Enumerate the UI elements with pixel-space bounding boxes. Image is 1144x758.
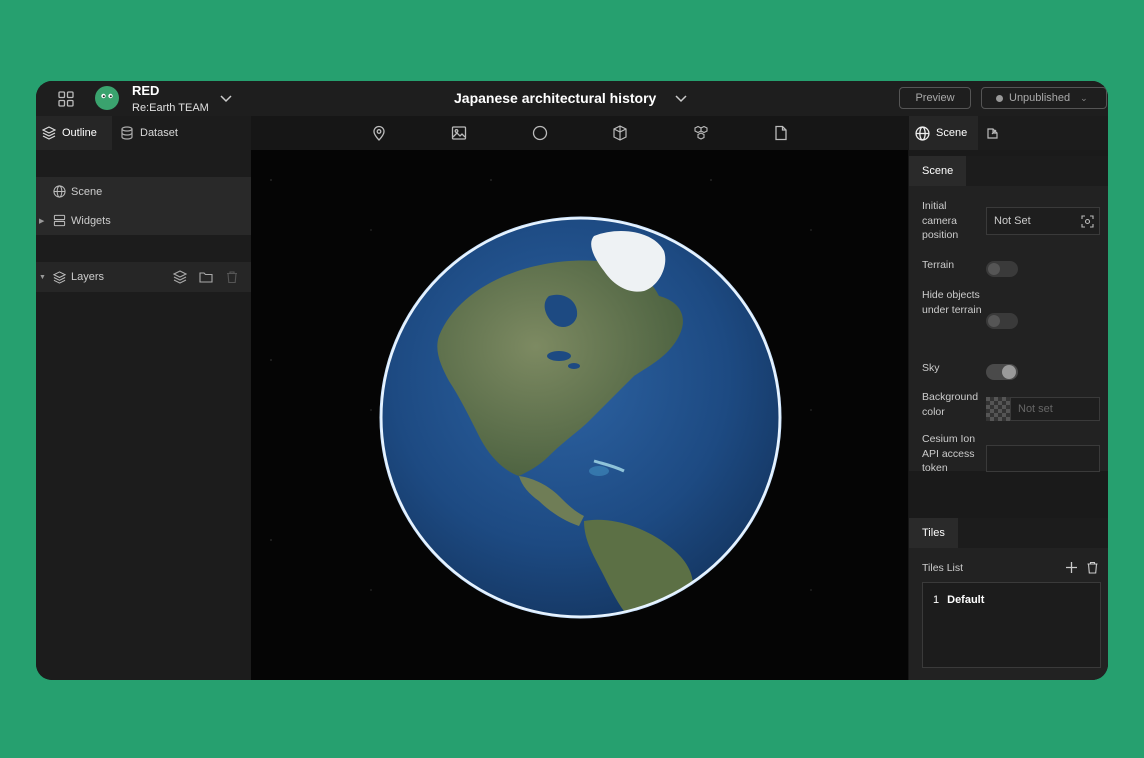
globe-icon	[915, 125, 930, 141]
status-dot-icon	[996, 94, 1003, 102]
publish-status-label: Unpublished	[1009, 92, 1071, 104]
top-bar: RED Re:Earth TEAM Japanese architectural…	[36, 81, 1108, 116]
layers-icon	[53, 270, 66, 284]
model-icon[interactable]	[693, 125, 709, 141]
chevron-down-icon[interactable]	[674, 91, 688, 105]
tiles-group-title: Tiles	[909, 518, 958, 548]
publish-settings-icon[interactable]	[985, 126, 1000, 141]
image-icon[interactable]	[451, 125, 467, 141]
plus-icon[interactable]	[1065, 561, 1078, 574]
tab-dataset[interactable]: Dataset	[114, 116, 186, 150]
tab-dataset-label: Dataset	[140, 127, 178, 139]
trash-icon[interactable]	[1086, 561, 1099, 574]
right-panel: Scene Scene Initial camera position Not …	[909, 116, 1108, 680]
left-panel-tabs: Outline Dataset	[36, 116, 251, 150]
chevron-down-icon[interactable]	[219, 91, 233, 105]
background-color-swatch[interactable]	[986, 397, 1010, 421]
tiles-list: 1 Default	[922, 582, 1101, 668]
tiles-group: Tiles Tiles List 1 Default	[909, 518, 1108, 680]
folder-icon[interactable]	[199, 270, 213, 284]
scene-settings-group: Scene Initial camera position Not Set Te…	[909, 156, 1108, 474]
preview-button[interactable]: Preview	[899, 87, 971, 109]
dashboard-grid-icon[interactable]	[58, 91, 74, 107]
sky-toggle[interactable]	[986, 364, 1018, 380]
circle-icon[interactable]	[532, 125, 548, 141]
terrain-label: Terrain	[922, 259, 955, 271]
cube-icon[interactable]	[612, 125, 628, 141]
tab-scene-label: Scene	[936, 127, 968, 139]
map-viewport[interactable]	[251, 150, 908, 680]
caret-down-icon[interactable]: ▼	[39, 274, 46, 281]
layers-label: Layers	[71, 271, 105, 283]
api-token-input[interactable]	[986, 445, 1100, 472]
avatar[interactable]	[95, 86, 119, 110]
layer-actions	[173, 270, 239, 284]
outline-item-widgets[interactable]: ▶ Widgets	[36, 206, 251, 235]
tile-name: Default	[947, 594, 985, 606]
tab-outline-label: Outline	[62, 127, 97, 139]
primitive-toolbar	[251, 116, 909, 150]
tab-outline[interactable]: Outline	[36, 116, 112, 150]
camera-position-field[interactable]: Not Set	[986, 207, 1100, 235]
trash-icon[interactable]	[225, 270, 239, 284]
chevron-down-icon: ⌄	[1080, 92, 1088, 103]
capture-camera-icon[interactable]	[1081, 215, 1094, 228]
hide-objects-toggle[interactable]	[986, 313, 1018, 329]
layers-icon	[42, 126, 56, 140]
pin-icon[interactable]	[371, 125, 387, 141]
team-name: Re:Earth TEAM	[132, 102, 209, 114]
toggle-knob	[988, 263, 1000, 275]
globe-icon	[53, 185, 66, 198]
app-window: RED Re:Earth TEAM Japanese architectural…	[36, 81, 1108, 680]
scene-title: Japanese architectural history	[454, 90, 657, 106]
scene-group-title: Scene	[909, 156, 967, 186]
outline-section: Scene ▶ Widgets	[36, 177, 251, 235]
caret-right-icon[interactable]: ▶	[39, 217, 44, 225]
outline-item-label: Widgets	[71, 214, 111, 227]
layers-header[interactable]: ▼ Layers	[36, 262, 251, 292]
earth-globe[interactable]	[379, 216, 782, 619]
outline-item-label: Scene	[71, 185, 103, 198]
file-icon[interactable]	[773, 125, 789, 141]
sky-label: Sky	[922, 362, 940, 374]
right-panel-tabs: Scene	[909, 116, 1108, 150]
publish-status-button[interactable]: Unpublished ⌄	[981, 87, 1107, 109]
api-token-label: Cesium Ion API access token	[922, 433, 976, 474]
background-color-label: Background color	[922, 391, 979, 418]
add-layer-icon[interactable]	[173, 270, 187, 284]
scene-group-header: Scene	[909, 156, 1108, 186]
widgets-icon	[53, 214, 66, 227]
database-icon	[121, 126, 133, 140]
terrain-toggle[interactable]	[986, 261, 1018, 277]
tiles-group-header: Tiles	[909, 518, 1108, 548]
project-name: RED	[132, 83, 160, 98]
background-color-placeholder: Not set	[1018, 403, 1053, 415]
tile-index: 1	[933, 594, 940, 606]
hide-objects-label: Hide objects under terrain	[922, 289, 982, 316]
tab-scene[interactable]: Scene	[909, 116, 978, 150]
camera-position-label: Initial camera position	[922, 200, 959, 241]
camera-position-value: Not Set	[994, 215, 1031, 227]
toggle-knob	[988, 315, 1000, 327]
background-color-input[interactable]: Not set	[1010, 397, 1100, 421]
tiles-actions	[1065, 561, 1099, 574]
toggle-knob	[1002, 365, 1016, 379]
tiles-list-label: Tiles List	[922, 562, 964, 574]
outline-item-scene[interactable]: Scene	[36, 177, 251, 206]
left-panel: Outline Dataset Scene ▶ Widgets ▼ Layers	[36, 116, 251, 680]
list-item[interactable]: 1 Default	[933, 594, 984, 606]
